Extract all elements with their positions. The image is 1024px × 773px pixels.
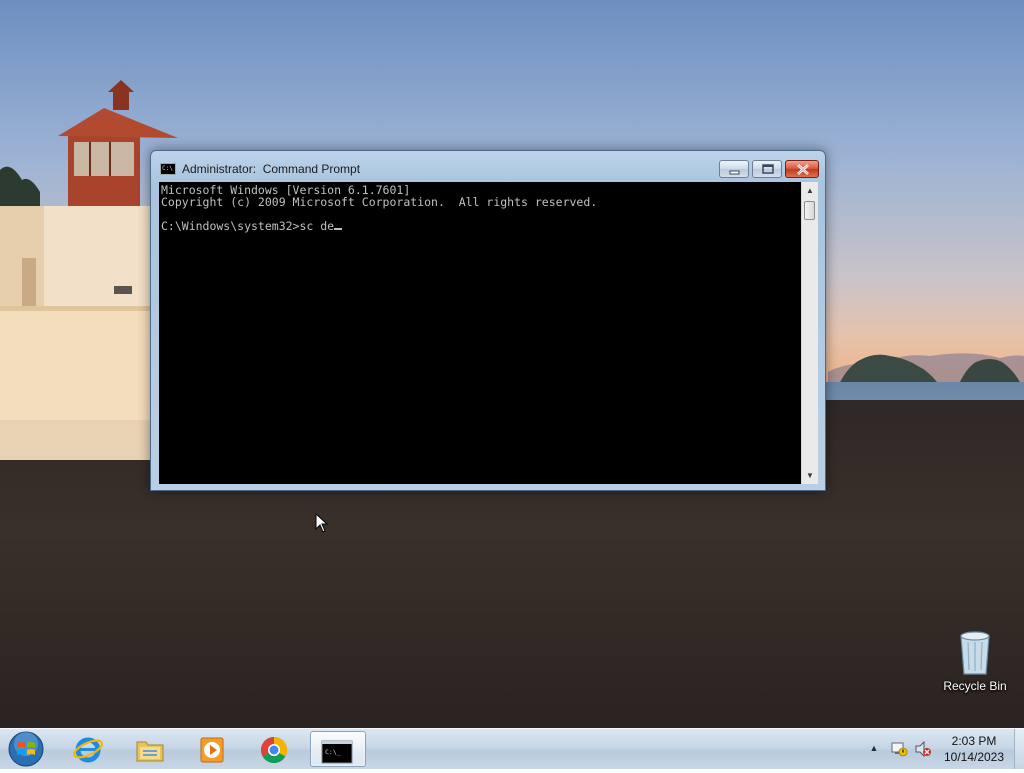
command-prompt-window[interactable]: C:\ Administrator: Command Prompt Micros… <box>150 150 826 491</box>
show-hidden-icons-button[interactable]: ▲ <box>868 741 880 755</box>
taskbar-chrome[interactable] <box>248 731 300 767</box>
vertical-scrollbar[interactable]: ▲ ▼ <box>801 182 818 484</box>
command-prompt-icon: C:\ <box>160 163 176 175</box>
console-output[interactable]: Microsoft Windows [Version 6.1.7601] Cop… <box>159 182 801 484</box>
maximize-button[interactable] <box>752 160 782 178</box>
taskbar: C:\_ ▲ 2:03 PM 10/14/2023 <box>0 728 1024 769</box>
taskbar-windows-explorer[interactable] <box>124 731 176 767</box>
internet-explorer-icon <box>73 737 103 763</box>
chrome-icon <box>260 736 288 764</box>
console-line: Copyright (c) 2009 Microsoft Corporation… <box>161 195 598 209</box>
command-prompt-icon: C:\_ <box>321 740 353 764</box>
network-icon[interactable] <box>890 741 908 757</box>
scroll-up-arrow-icon[interactable]: ▲ <box>802 182 818 199</box>
window-title: Administrator: Command Prompt <box>182 162 361 176</box>
desktop-icon-label: Recycle Bin <box>943 679 1007 693</box>
start-button[interactable] <box>6 730 46 768</box>
taskbar-internet-explorer[interactable] <box>62 731 114 767</box>
desktop-icon-recycle-bin[interactable]: Recycle Bin <box>942 628 1008 693</box>
clock-date: 10/14/2023 <box>943 750 1005 764</box>
volume-muted-icon[interactable] <box>914 741 932 757</box>
taskbar-command-prompt[interactable]: C:\_ <box>310 731 366 767</box>
taskbar-media-player[interactable] <box>186 731 238 767</box>
recycle-bin-icon <box>960 631 990 675</box>
maximize-icon <box>762 164 774 174</box>
mouse-pointer-icon <box>315 513 329 533</box>
window-titlebar[interactable]: C:\ Administrator: Command Prompt <box>151 151 825 183</box>
minimize-icon <box>729 170 740 175</box>
media-player-icon <box>200 737 224 763</box>
windows-start-orb-icon <box>8 731 44 767</box>
minimize-button[interactable] <box>719 160 749 178</box>
text-cursor <box>334 228 343 230</box>
scrollbar-thumb[interactable] <box>804 201 815 220</box>
show-desktop-button[interactable] <box>1014 729 1024 769</box>
command-prompt-icon-text: C:\_ <box>325 748 341 756</box>
scroll-down-arrow-icon[interactable]: ▼ <box>802 467 818 484</box>
console-prompt-line: C:\Windows\system32>sc de <box>161 219 335 233</box>
clock-time: 2:03 PM <box>951 734 997 748</box>
close-button[interactable] <box>785 160 819 178</box>
taskbar-clock[interactable]: 2:03 PM 10/14/2023 <box>936 733 1012 765</box>
close-icon <box>797 164 809 175</box>
windows-explorer-icon <box>136 741 164 762</box>
